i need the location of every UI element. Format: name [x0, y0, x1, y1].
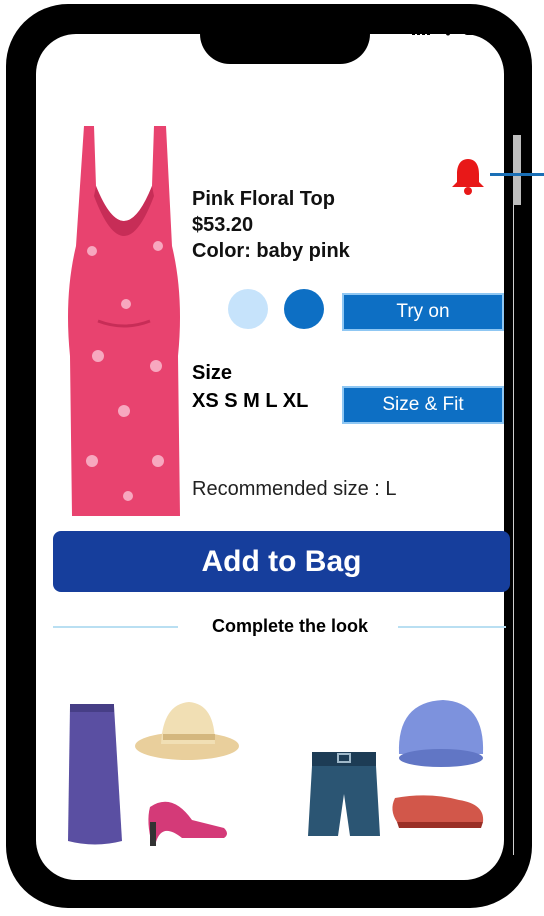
skirt-icon[interactable]	[50, 686, 142, 858]
color-swatch-light[interactable]	[228, 289, 268, 329]
divider-left	[53, 626, 178, 628]
size-fit-button[interactable]: Size & Fit	[342, 386, 504, 424]
product-info: Pink Floral Top $53.20 Color: baby pink	[192, 186, 350, 264]
cap-icon[interactable]	[393, 692, 489, 774]
recommended-size: Recommended size : L	[192, 478, 397, 500]
product-color: Color: baby pink	[192, 240, 350, 262]
signal-icon	[412, 23, 430, 35]
scrollbar-track[interactable]	[513, 135, 519, 855]
notch	[200, 4, 370, 64]
scrollbar-thumb[interactable]	[513, 135, 521, 205]
add-to-bag-button[interactable]: Add to Bag	[53, 531, 510, 592]
wifi-icon	[438, 22, 458, 36]
size-options[interactable]: XS S M L XL	[192, 388, 308, 414]
divider-right	[398, 626, 506, 628]
callout-line	[490, 173, 544, 176]
color-swatch-dark[interactable]	[284, 289, 324, 329]
try-on-button[interactable]: Try on	[342, 293, 504, 331]
high-heel-icon[interactable]	[142, 782, 232, 852]
battery-icon	[464, 23, 492, 35]
product-name: Pink Floral Top	[192, 188, 335, 210]
pink-floral-top-image	[68, 126, 180, 516]
sun-hat-icon[interactable]	[133, 696, 243, 766]
flat-shoe-icon[interactable]	[389, 782, 487, 834]
complete-the-look-title: Complete the look	[211, 616, 368, 636]
notification-bell-icon[interactable]	[448, 156, 488, 196]
shorts-icon[interactable]	[304, 748, 384, 840]
product-price: $53.20	[192, 214, 254, 236]
status-bar	[412, 22, 492, 36]
size-title: Size	[192, 362, 233, 384]
